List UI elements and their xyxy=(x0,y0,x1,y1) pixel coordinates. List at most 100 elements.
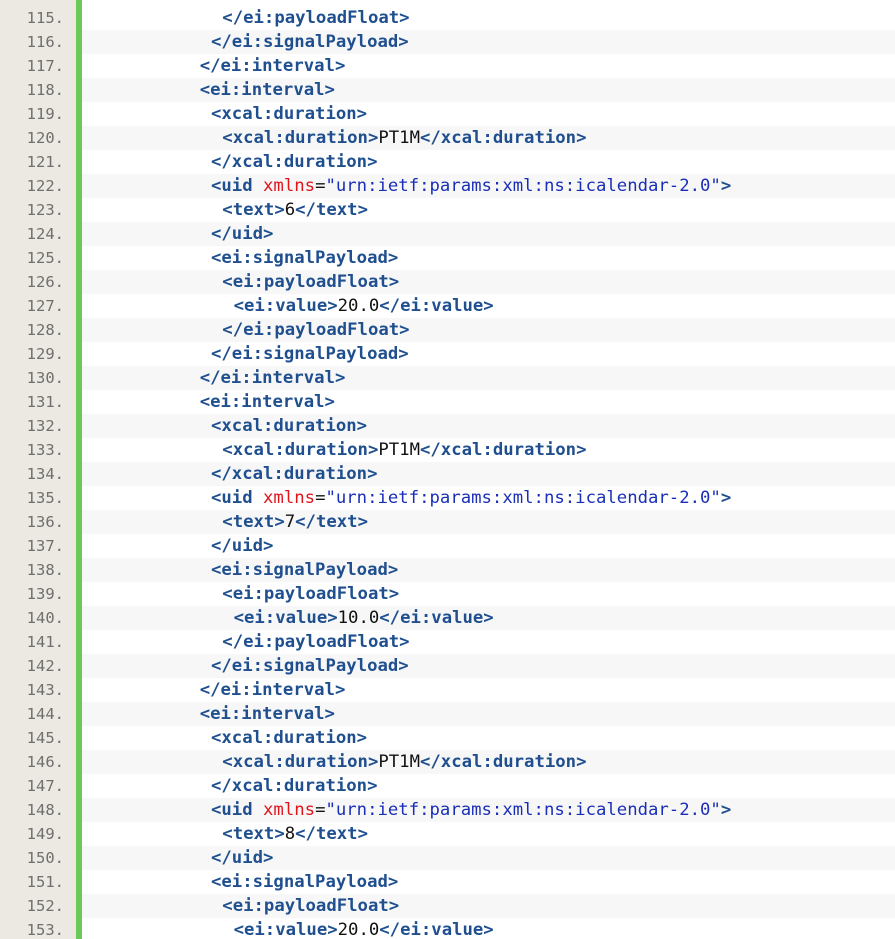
line-number: 149. xyxy=(0,822,76,846)
text-content: = xyxy=(315,488,326,508)
line-number: 123. xyxy=(0,198,76,222)
code-content: <ei:signalPayload> xyxy=(82,246,895,270)
code-line: 128. </ei:payloadFloat> xyxy=(0,318,895,342)
change-bar-top-fill xyxy=(76,0,82,6)
xml-tag: <xcal:duration> xyxy=(222,440,379,460)
code-content: <ei:interval> xyxy=(82,390,895,414)
xml-tag: <text> xyxy=(222,824,285,844)
code-line: 132. <xcal:duration> xyxy=(0,414,895,438)
code-line: 122. <uid xmlns="urn:ietf:params:xml:ns:i… xyxy=(0,174,895,198)
attr-name: xmlns xyxy=(263,176,316,196)
xml-tag: </ei:value> xyxy=(379,920,494,939)
code-content: <text>7</text> xyxy=(82,510,895,534)
xml-tag: <uid xyxy=(211,800,264,820)
xml-tag: </uid> xyxy=(211,224,274,244)
line-number: 124. xyxy=(0,222,76,246)
code-content: <text>8</text> xyxy=(82,822,895,846)
code-content: </xcal:duration> xyxy=(82,150,895,174)
line-number: 145. xyxy=(0,726,76,750)
xml-tag: <text> xyxy=(222,200,285,220)
code-content: </ei:payloadFloat> xyxy=(82,6,895,30)
code-content: <ei:payloadFloat> xyxy=(82,894,895,918)
xml-tag: </xcal:duration> xyxy=(420,440,587,460)
line-number: 135. xyxy=(0,486,76,510)
line-number: 121. xyxy=(0,150,76,174)
line-number: 119. xyxy=(0,102,76,126)
attr-value: "urn:ietf:params:xml:ns:icalendar-2.0" xyxy=(325,800,721,820)
code-content: <ei:signalPayload> xyxy=(82,558,895,582)
line-number: 129. xyxy=(0,342,76,366)
code-line: 131. <ei:interval> xyxy=(0,390,895,414)
code-line: 133. <xcal:duration>PT1M</xcal:duration> xyxy=(0,438,895,462)
line-number: 143. xyxy=(0,678,76,702)
text-content: = xyxy=(315,800,326,820)
code-line: 117. </ei:interval> xyxy=(0,54,895,78)
code-content: <xcal:duration>PT1M</xcal:duration> xyxy=(82,750,895,774)
xml-tag: </xcal:duration> xyxy=(420,752,587,772)
xml-tag: </uid> xyxy=(211,536,274,556)
code-content: <ei:value>10.0</ei:value> xyxy=(82,606,895,630)
code-content: <xcal:duration> xyxy=(82,414,895,438)
xml-tag: <xcal:duration> xyxy=(222,752,379,772)
xml-tag: > xyxy=(720,800,732,820)
code-line: 146. <xcal:duration>PT1M</xcal:duration> xyxy=(0,750,895,774)
xml-tag: <ei:signalPayload> xyxy=(211,872,399,892)
code-line: 120. <xcal:duration>PT1M</xcal:duration> xyxy=(0,126,895,150)
text-content: = xyxy=(315,176,326,196)
line-number: 151. xyxy=(0,870,76,894)
code-line: 140. <ei:value>10.0</ei:value> xyxy=(0,606,895,630)
xml-tag: <ei:payloadFloat> xyxy=(222,272,400,292)
xml-tag: </ei:payloadFloat> xyxy=(222,320,410,340)
code-content: </ei:payloadFloat> xyxy=(82,318,895,342)
code-content: <uid xmlns="urn:ietf:params:xml:ns:icale… xyxy=(82,486,895,510)
xml-tag: <ei:interval> xyxy=(199,80,335,100)
code-line: 137. </uid> xyxy=(0,534,895,558)
line-number: 126. xyxy=(0,270,76,294)
code-content: <xcal:duration>PT1M</xcal:duration> xyxy=(82,126,895,150)
code-content: <uid xmlns="urn:ietf:params:xml:ns:icale… xyxy=(82,174,895,198)
xml-tag: <ei:payloadFloat> xyxy=(222,584,400,604)
line-number: 130. xyxy=(0,366,76,390)
xml-tag: </xcal:duration> xyxy=(211,776,378,796)
line-number: 152. xyxy=(0,894,76,918)
code-content: <xcal:duration> xyxy=(82,726,895,750)
code-content: <ei:interval> xyxy=(82,78,895,102)
code-viewer: 115. </ei:payloadFloat> 116. </ei:signalPay… xyxy=(0,0,895,939)
code-line: 127. <ei:value>20.0</ei:value> xyxy=(0,294,895,318)
code-line: 126. <ei:payloadFloat> xyxy=(0,270,895,294)
code-content: <text>6</text> xyxy=(82,198,895,222)
xml-tag: </ei:interval> xyxy=(199,680,346,700)
xml-tag: <text> xyxy=(222,512,285,532)
line-number: 140. xyxy=(0,606,76,630)
xml-tag: <ei:payloadFloat> xyxy=(222,896,400,916)
xml-tag: </text> xyxy=(295,512,368,532)
code-line: 151. <ei:signalPayload> xyxy=(0,870,895,894)
attr-name: xmlns xyxy=(263,800,316,820)
code-line: 142. </ei:signalPayload> xyxy=(0,654,895,678)
line-number: 132. xyxy=(0,414,76,438)
text-content: 8 xyxy=(284,824,296,844)
xml-tag: <ei:interval> xyxy=(199,704,335,724)
code-content: </xcal:duration> xyxy=(82,462,895,486)
line-number: 122. xyxy=(0,174,76,198)
xml-tag: > xyxy=(720,176,732,196)
xml-tag: <ei:value> xyxy=(233,920,338,939)
code-line: 150. </uid> xyxy=(0,846,895,870)
xml-tag: </ei:payloadFloat> xyxy=(222,632,410,652)
code-line: 134. </xcal:duration> xyxy=(0,462,895,486)
xml-tag: <xcal:duration> xyxy=(211,104,368,124)
code-line: 129. </ei:signalPayload> xyxy=(0,342,895,366)
code-content: <ei:payloadFloat> xyxy=(82,270,895,294)
code-content: </ei:interval> xyxy=(82,366,895,390)
code-line: 123. <text>6</text> xyxy=(0,198,895,222)
xml-tag: </ei:signalPayload> xyxy=(211,656,409,676)
xml-tag: </uid> xyxy=(211,848,274,868)
xml-tag: </ei:value> xyxy=(379,296,494,316)
code-line: 147. </xcal:duration> xyxy=(0,774,895,798)
line-number: 133. xyxy=(0,438,76,462)
code-line: 138. <ei:signalPayload> xyxy=(0,558,895,582)
xml-tag: <uid xyxy=(211,488,264,508)
line-number: 120. xyxy=(0,126,76,150)
xml-tag: <ei:value> xyxy=(233,296,338,316)
code-content: </ei:interval> xyxy=(82,678,895,702)
